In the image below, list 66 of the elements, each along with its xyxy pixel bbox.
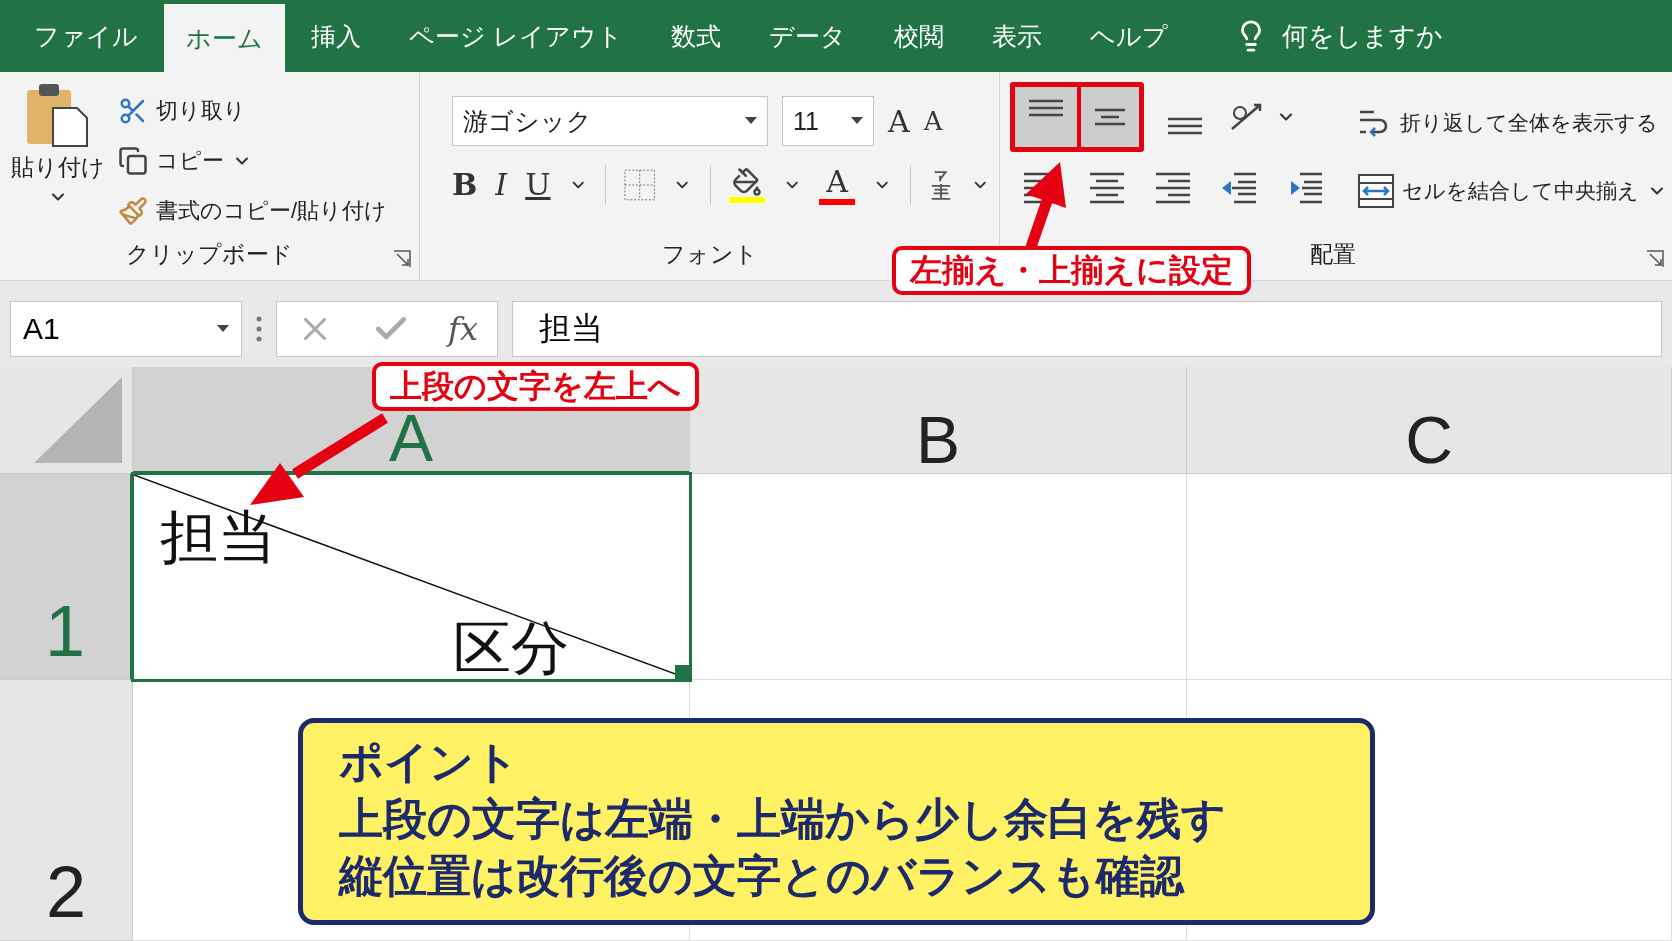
insert-function-button[interactable]: fx xyxy=(448,310,478,348)
cell-text: 担当 xyxy=(160,507,276,568)
wrap-text-button[interactable]: 折り返して全体を表示する xyxy=(1358,92,1667,154)
tell-me-search[interactable]: 何をしますか xyxy=(1281,18,1443,54)
bottom-align-icon xyxy=(1166,117,1204,135)
ribbon-tab[interactable]: 校閲 xyxy=(871,0,966,72)
font-color-swatch xyxy=(819,199,856,205)
copy-icon xyxy=(118,146,148,176)
font-color-button[interactable]: A xyxy=(826,164,848,199)
ribbon-tab[interactable]: ファイル xyxy=(12,0,160,72)
callout-tooltip: 左揃え・上揃えに設定 xyxy=(892,246,1251,295)
column-header[interactable]: C xyxy=(1187,367,1672,474)
ribbon-tab[interactable]: ページ レイアウト xyxy=(387,0,645,72)
dialog-launcher-icon[interactable] xyxy=(1646,250,1664,268)
cell-text: 区分 xyxy=(453,618,569,679)
formula-input[interactable]: 担当 xyxy=(512,301,1662,357)
ribbon-tab[interactable]: ホーム xyxy=(164,4,285,72)
cell[interactable] xyxy=(690,474,1187,680)
cut-button[interactable]: 切り取り xyxy=(118,86,388,136)
merge-cells-icon xyxy=(1358,174,1394,208)
select-all-icon xyxy=(34,377,122,463)
dialog-launcher-icon[interactable] xyxy=(393,250,411,268)
point-text: 上段の文字は左端・上端から少し余白を残す xyxy=(339,793,1227,846)
format-painter-button[interactable]: 書式のコピー/貼り付け xyxy=(118,186,388,236)
point-title: ポイント xyxy=(339,736,520,788)
clipboard-icon xyxy=(25,82,91,148)
top-align-icon xyxy=(1027,99,1065,117)
center-align-icon xyxy=(1088,170,1126,206)
borders-icon[interactable] xyxy=(623,167,656,202)
paste-button[interactable]: 貼り付け xyxy=(10,82,106,207)
fill-handle[interactable] xyxy=(675,665,689,679)
top-align-button[interactable] xyxy=(1015,87,1077,147)
paintbrush-icon xyxy=(118,196,148,226)
ribbon-tab[interactable]: 挿入 xyxy=(289,0,383,72)
cell[interactable]: 担当 区分 xyxy=(131,472,692,682)
ribbon-tab[interactable]: ヘルプ xyxy=(1067,0,1190,72)
merge-center-button[interactable]: セルを結合して中央揃え xyxy=(1358,160,1667,222)
name-box[interactable]: A1 xyxy=(10,301,242,357)
bold-button[interactable]: B xyxy=(452,167,478,202)
underline-button[interactable]: U xyxy=(525,167,551,202)
copy-button[interactable]: コピー xyxy=(118,136,388,186)
italic-button[interactable]: I xyxy=(495,167,508,202)
grow-font-button[interactable]: A xyxy=(888,103,910,139)
group-label: クリップボード xyxy=(126,240,293,269)
row-header[interactable]: 1 xyxy=(0,474,133,680)
font-name-field[interactable]: 游ゴシック xyxy=(452,96,768,146)
dropdown-caret-icon[interactable] xyxy=(217,325,229,333)
dropdown-caret-icon[interactable] xyxy=(851,117,863,125)
point-text: 縦位置は改行後の文字とのバランスも確認 xyxy=(339,850,1186,903)
font-size-field[interactable]: 11 xyxy=(782,96,874,146)
more-options-icon[interactable] xyxy=(256,316,262,342)
outdent-align-icon xyxy=(1220,170,1258,206)
right-align-icon xyxy=(1154,170,1192,206)
middle-align-button[interactable] xyxy=(1077,87,1139,147)
group-label: 配置 xyxy=(1310,240,1356,269)
column-header[interactable]: B xyxy=(690,367,1187,474)
row-header[interactable]: 2 xyxy=(0,680,133,941)
ribbon-tab[interactable]: 数式 xyxy=(648,0,743,72)
dropdown-caret-icon[interactable] xyxy=(745,117,757,125)
group-label: フォント xyxy=(661,240,758,269)
ribbon-tab[interactable]: データ xyxy=(746,0,868,72)
ribbon-tab[interactable]: 表示 xyxy=(969,0,1064,72)
callout-tooltip: 上段の文字を左上へ xyxy=(372,362,699,411)
shrink-font-button[interactable]: A xyxy=(923,106,943,136)
fill-color-button[interactable] xyxy=(728,166,765,203)
cell[interactable] xyxy=(1187,474,1672,680)
